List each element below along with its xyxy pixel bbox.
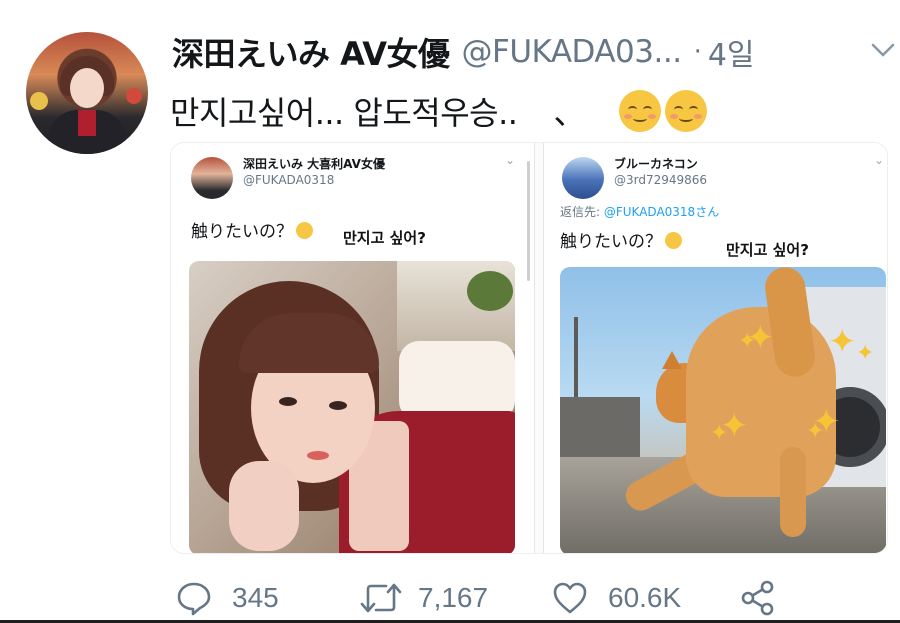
relieved-face-emoji-icon (618, 90, 661, 132)
tweet-media-image[interactable]: 深田えいみ 大喜利AV女優 @FUKADA0318 ⌄ 触りたいの？ 만지고 싶… (170, 142, 888, 554)
retweet-icon (360, 583, 402, 613)
avatar-decoration (30, 92, 48, 110)
chevron-down-icon: ⌄ (505, 153, 516, 167)
avatar-face (70, 68, 104, 108)
photo-cat-leg (780, 447, 806, 537)
embedded-tweet-left: 深田えいみ 大喜利AV女優 @FUKADA0318 ⌄ 触りたいの？ 만지고 싶… (171, 143, 535, 553)
tweet-header: 深田えいみ AV女優 @FUKADA03... · 4일 (172, 30, 755, 74)
embedded-display-name: 深田えいみ 大喜利AV女優 (243, 157, 385, 171)
scrollbar (527, 161, 530, 281)
sparkle-icon: ✦ (806, 419, 825, 444)
sparkle-icon: ✦ (738, 329, 757, 354)
embedded-reply-line: 返信先: @FUKADA0318さん (560, 205, 720, 219)
embedded-avatar (191, 157, 233, 199)
photo-eye (329, 401, 347, 410)
embedded-handle: @FUKADA0318 (243, 173, 335, 187)
author-avatar[interactable] (26, 32, 148, 154)
retweet-button[interactable]: 7,167 (360, 578, 488, 618)
author-handle[interactable]: @FUKADA03... (462, 34, 683, 70)
tweet-text: 만지고싶어... 압도적우승.. 、 (170, 88, 707, 134)
header-separator: · (693, 37, 702, 67)
tweet-timestamp[interactable]: 4일 (708, 30, 755, 74)
embedded-text: 触りたいの？ (191, 217, 313, 242)
cat-photo: ✦ ✦ ✦ ✦ ✦ ✦ ✦ ✦ (560, 267, 886, 553)
author-display-name[interactable]: 深田えいみ AV女優 (172, 29, 450, 75)
reply-count: 345 (232, 582, 279, 613)
tweet-text-extra: 、 (553, 94, 585, 132)
photo-plant (467, 271, 513, 311)
embedded-display-name: ブルーカネコン (614, 157, 698, 171)
share-icon (741, 580, 774, 616)
tweet-text-main: 만지고싶어... 압도적우승.. (170, 94, 518, 132)
photo-cat-ear (662, 351, 682, 369)
heart-icon (553, 582, 587, 614)
photo-wall (560, 397, 640, 457)
woman-photo (189, 261, 515, 553)
avatar-decoration (126, 88, 142, 104)
photo-pillow (399, 341, 515, 421)
sparkle-icon: ✦ (828, 322, 857, 362)
avatar-scarf (78, 110, 96, 136)
sparkle-icon: ✦ (856, 341, 875, 366)
sparkle-icon: ✦ (710, 421, 729, 446)
embedded-handle: @3rd72949866 (614, 173, 708, 187)
photo-bangs (239, 313, 379, 373)
tweet-action-bar: 345 7,167 60.6K (0, 572, 900, 622)
relieved-face-emoji-icon (664, 90, 707, 132)
overlay-caption: 만지고 싶어? (726, 241, 809, 259)
photo-lips (307, 451, 329, 460)
photo-hand (229, 461, 299, 551)
share-button[interactable] (740, 578, 776, 618)
chevron-down-icon: ⌄ (874, 153, 885, 167)
retweet-count: 7,167 (418, 582, 489, 613)
reply-button[interactable]: 345 (176, 578, 279, 618)
embedded-text: 触りたいの？ (560, 227, 682, 252)
photo-eye (279, 397, 297, 406)
embedded-tweet-right: ブルーカネコン @3rd72949866 ⌄ 返信先: @FUKADA0318さ… (543, 143, 887, 553)
like-count: 60.6K (608, 582, 682, 613)
overlay-caption: 만지고 싶어? (343, 229, 426, 247)
chevron-down-icon[interactable] (868, 38, 898, 62)
relieved-face-emoji-icon (296, 222, 313, 239)
relieved-face-emoji-icon (665, 232, 682, 249)
like-button[interactable]: 60.6K (552, 578, 681, 618)
reply-icon (177, 582, 211, 616)
embedded-avatar (562, 157, 604, 199)
